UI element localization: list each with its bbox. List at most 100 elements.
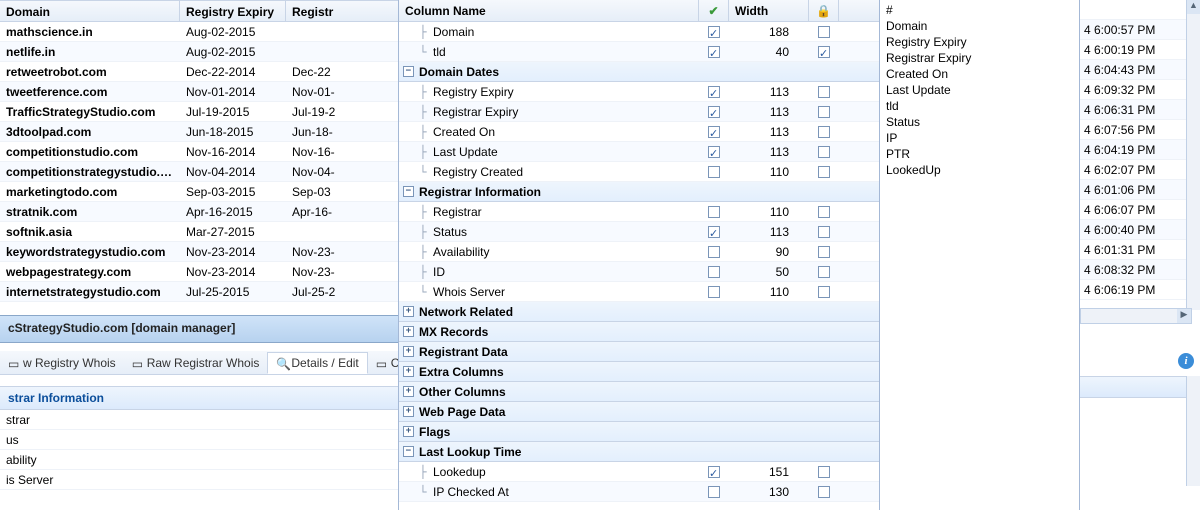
checkbox[interactable] xyxy=(818,486,830,498)
column-group[interactable]: +Flags xyxy=(399,422,879,442)
cc-header-locked[interactable]: 🔒 xyxy=(809,0,839,21)
checkbox[interactable] xyxy=(708,126,720,138)
expand-icon[interactable]: + xyxy=(403,386,414,397)
list-item[interactable]: PTR xyxy=(886,146,1073,162)
column-item[interactable]: ├Created On113 xyxy=(399,122,879,142)
info-button[interactable]: i xyxy=(1178,353,1194,369)
collapse-icon[interactable]: − xyxy=(403,66,414,77)
column-group[interactable]: −Domain Dates xyxy=(399,62,879,82)
column-width-cell[interactable]: 113 xyxy=(729,122,809,142)
table-row[interactable]: tweetference.comNov-01-2014Nov-01- xyxy=(0,82,400,102)
expand-icon[interactable]: + xyxy=(403,426,414,437)
column-item[interactable]: ├Lookedup151 xyxy=(399,462,879,482)
col-header-registry-expiry[interactable]: Registry Expiry xyxy=(180,1,286,21)
cc-header-name[interactable]: Column Name xyxy=(399,0,699,21)
tab-raw-registrar-whois[interactable]: ▭ Raw Registrar Whois xyxy=(124,353,268,373)
table-row[interactable]: marketingtodo.comSep-03-2015Sep-03 xyxy=(0,182,400,202)
checkbox[interactable] xyxy=(818,126,830,138)
checkbox[interactable] xyxy=(818,266,830,278)
table-row[interactable]: TrafficStrategyStudio.comJul-19-2015Jul-… xyxy=(0,102,400,122)
table-row[interactable]: retweetrobot.comDec-22-2014Dec-22 xyxy=(0,62,400,82)
section-registrar-information[interactable]: strar Information xyxy=(0,386,398,410)
checkbox[interactable] xyxy=(818,206,830,218)
list-item[interactable]: Registry Expiry xyxy=(886,34,1073,50)
column-item[interactable]: ├Availability90 xyxy=(399,242,879,262)
column-group[interactable]: −Registrar Information xyxy=(399,182,879,202)
checkbox[interactable] xyxy=(708,206,720,218)
column-width-cell[interactable]: 113 xyxy=(729,142,809,162)
checkbox[interactable] xyxy=(818,26,830,38)
column-item[interactable]: ├Registrar Expiry113 xyxy=(399,102,879,122)
table-row[interactable]: netlife.inAug-02-2015 xyxy=(0,42,400,62)
checkbox[interactable] xyxy=(818,46,830,58)
column-item[interactable]: ├Status113 xyxy=(399,222,879,242)
property-row[interactable]: us xyxy=(0,430,398,450)
collapse-icon[interactable]: − xyxy=(403,186,414,197)
expand-icon[interactable]: + xyxy=(403,406,414,417)
checkbox[interactable] xyxy=(818,86,830,98)
checkbox[interactable] xyxy=(708,486,720,498)
list-item[interactable]: LookedUp xyxy=(886,162,1073,178)
checkbox[interactable] xyxy=(708,166,720,178)
column-width-cell[interactable]: 113 xyxy=(729,82,809,102)
checkbox[interactable] xyxy=(708,286,720,298)
checkbox[interactable] xyxy=(818,106,830,118)
checkbox[interactable] xyxy=(708,46,720,58)
column-width-cell[interactable]: 151 xyxy=(729,462,809,482)
table-row[interactable]: mathscience.inAug-02-2015 xyxy=(0,22,400,42)
column-width-cell[interactable]: 130 xyxy=(729,482,809,502)
checkbox[interactable] xyxy=(708,466,720,478)
column-item[interactable]: ├Registrar110 xyxy=(399,202,879,222)
checkbox[interactable] xyxy=(708,266,720,278)
table-row[interactable]: competitionstrategystudio.co...Nov-04-20… xyxy=(0,162,400,182)
tab-custo[interactable]: ▭ Custo xyxy=(368,353,398,373)
column-item[interactable]: ├Registry Expiry113 xyxy=(399,82,879,102)
expand-icon[interactable]: + xyxy=(403,366,414,377)
checkbox[interactable] xyxy=(818,466,830,478)
column-group[interactable]: +MX Records xyxy=(399,322,879,342)
column-item[interactable]: └Whois Server110 xyxy=(399,282,879,302)
property-row[interactable]: is Server xyxy=(0,470,398,490)
table-row[interactable]: 3dtoolpad.comJun-18-2015Jun-18- xyxy=(0,122,400,142)
column-width-cell[interactable]: 110 xyxy=(729,162,809,182)
scroll-up-icon[interactable]: ▲ xyxy=(1187,0,1200,14)
property-row[interactable]: strar xyxy=(0,410,398,430)
column-item[interactable]: ├Domain188 xyxy=(399,22,879,42)
selected-columns-list[interactable]: #DomainRegistry ExpiryRegistrar ExpiryCr… xyxy=(880,0,1080,510)
checkbox[interactable] xyxy=(818,226,830,238)
checkbox[interactable] xyxy=(708,86,720,98)
property-row[interactable]: ability xyxy=(0,450,398,470)
checkbox[interactable] xyxy=(818,286,830,298)
grid-horizontal-scrollbar[interactable]: ▶ xyxy=(1080,308,1192,324)
col-header-domain[interactable]: Domain xyxy=(0,1,180,21)
table-row[interactable]: internetstrategystudio.comJul-25-2015Jul… xyxy=(0,282,400,302)
list-item[interactable]: Status xyxy=(886,114,1073,130)
table-row[interactable]: webpagestrategy.comNov-23-2014Nov-23- xyxy=(0,262,400,282)
checkbox[interactable] xyxy=(708,106,720,118)
list-item[interactable]: Domain xyxy=(886,18,1073,34)
column-group[interactable]: +Other Columns xyxy=(399,382,879,402)
column-item[interactable]: └IP Checked At130 xyxy=(399,482,879,502)
column-chooser-body[interactable]: ├Domain188└tld40−Domain Dates├Registry E… xyxy=(399,22,879,510)
column-width-cell[interactable]: 90 xyxy=(729,242,809,262)
column-width-cell[interactable]: 113 xyxy=(729,102,809,122)
expand-icon[interactable]: + xyxy=(403,306,414,317)
column-item[interactable]: └tld40 xyxy=(399,42,879,62)
checkbox[interactable] xyxy=(708,26,720,38)
column-width-cell[interactable]: 113 xyxy=(729,222,809,242)
list-item[interactable]: Created On xyxy=(886,66,1073,82)
checkbox[interactable] xyxy=(708,146,720,158)
column-group[interactable]: +Registrant Data xyxy=(399,342,879,362)
column-group[interactable]: +Web Page Data xyxy=(399,402,879,422)
checkbox[interactable] xyxy=(708,246,720,258)
column-width-cell[interactable]: 110 xyxy=(729,282,809,302)
column-width-cell[interactable]: 188 xyxy=(729,22,809,42)
column-width-cell[interactable]: 110 xyxy=(729,202,809,222)
table-row[interactable]: softnik.asiaMar-27-2015 xyxy=(0,222,400,242)
expand-icon[interactable]: + xyxy=(403,326,414,337)
checkbox[interactable] xyxy=(818,166,830,178)
scroll-right-icon[interactable]: ▶ xyxy=(1177,309,1191,323)
list-item[interactable]: # xyxy=(886,2,1073,18)
list-item[interactable]: Last Update xyxy=(886,82,1073,98)
column-item[interactable]: └Registry Created110 xyxy=(399,162,879,182)
